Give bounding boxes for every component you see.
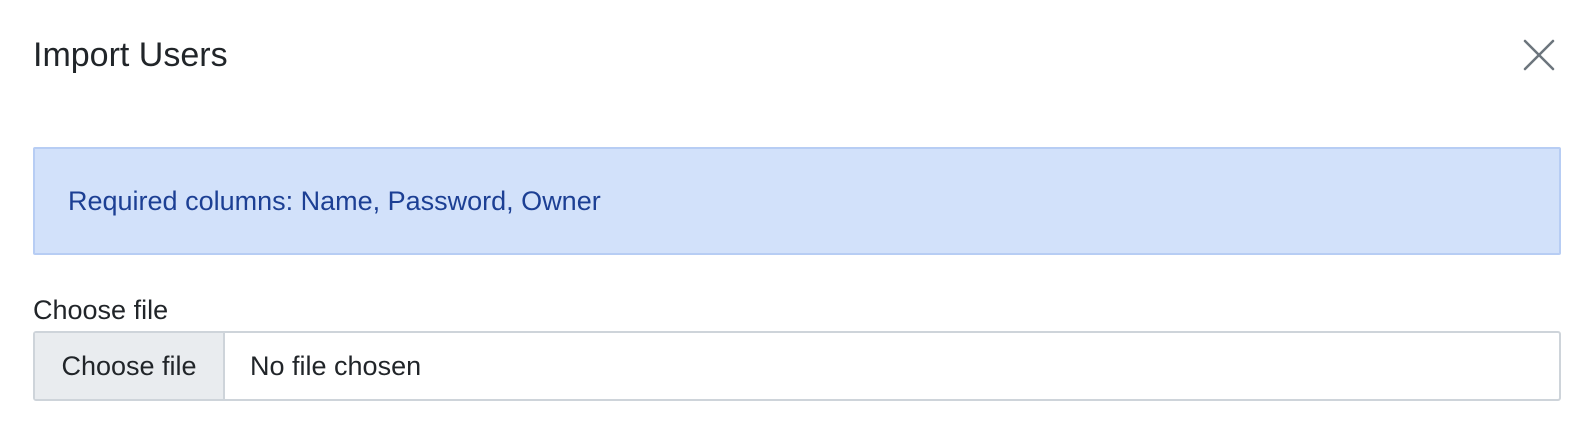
file-input[interactable]: Choose file No file chosen <box>33 331 1561 401</box>
modal-title: Import Users <box>33 36 228 74</box>
import-users-dialog: Import Users Required columns: Name, Pas… <box>0 0 1596 448</box>
info-alert: Required columns: Name, Password, Owner <box>33 147 1561 255</box>
file-field-label: Choose file <box>33 295 169 325</box>
close-button[interactable] <box>1522 38 1556 72</box>
choose-file-button[interactable]: Choose file <box>35 333 225 399</box>
modal-header: Import Users <box>33 30 1556 80</box>
file-status-text: No file chosen <box>250 350 422 381</box>
alert-text: Required columns: Name, Password, Owner <box>68 185 601 216</box>
close-icon <box>1522 38 1556 72</box>
